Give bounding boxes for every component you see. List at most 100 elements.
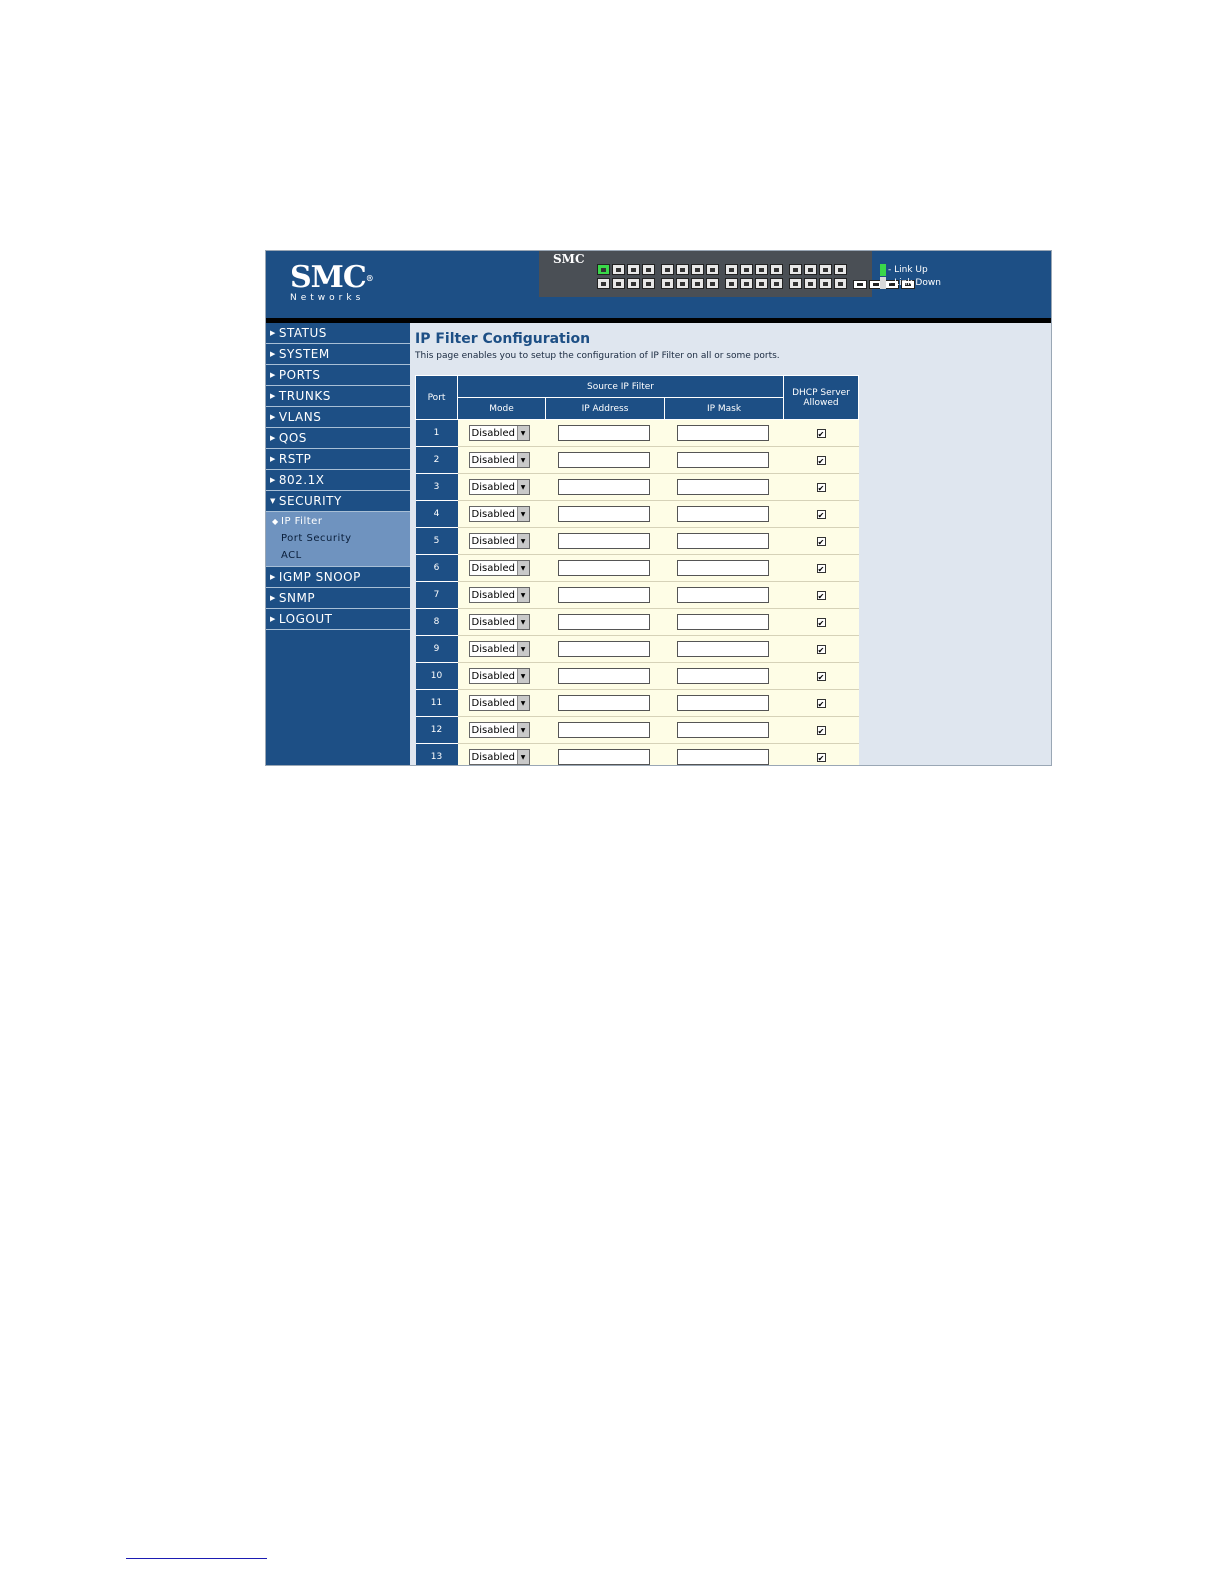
switch-port-icon: [676, 264, 689, 275]
submenu-item-port-security[interactable]: Port Security: [266, 530, 410, 547]
chevron-down-icon[interactable]: ▼: [516, 561, 529, 575]
ip-address-input[interactable]: [557, 668, 650, 684]
dhcp-allowed-checkbox[interactable]: ✔: [816, 563, 826, 574]
ip-address-input[interactable]: [557, 641, 650, 657]
ip-address-input[interactable]: [557, 533, 650, 549]
chevron-down-icon[interactable]: ▼: [516, 642, 529, 656]
table-row: 4 Disabled ▼ ✔: [415, 500, 859, 528]
mode-select[interactable]: Disabled ▼: [468, 614, 530, 630]
mode-select[interactable]: Disabled ▼: [468, 533, 530, 549]
mode-select[interactable]: Disabled ▼: [468, 641, 530, 657]
chevron-down-icon[interactable]: ▼: [516, 669, 529, 683]
mode-value: Disabled: [471, 589, 515, 601]
chevron-down-icon[interactable]: ▼: [516, 534, 529, 548]
ip-mask-input[interactable]: [676, 560, 769, 576]
chevron-down-icon[interactable]: ▼: [516, 588, 529, 602]
switch-port-icon: [642, 278, 655, 289]
port-number: 4: [415, 500, 458, 528]
chevron-down-icon[interactable]: ▼: [516, 507, 529, 521]
sidebar-item-security[interactable]: ▼ SECURITY: [266, 491, 410, 512]
switch-port-icon: [691, 264, 704, 275]
mode-select[interactable]: Disabled ▼: [468, 425, 530, 441]
ip-mask-input[interactable]: [676, 668, 769, 684]
sidebar-item-system[interactable]: ▶ SYSTEM: [266, 344, 410, 365]
ip-address-input[interactable]: [557, 479, 650, 495]
ip-mask-input[interactable]: [676, 614, 769, 630]
mode-select[interactable]: Disabled ▼: [468, 506, 530, 522]
sidebar-item-qos[interactable]: ▶ QOS: [266, 428, 410, 449]
ip-address-input[interactable]: [557, 452, 650, 468]
mode-select[interactable]: Disabled ▼: [468, 749, 530, 765]
sidebar-item-snmp[interactable]: ▶ SNMP: [266, 588, 410, 609]
sidebar-item-logout[interactable]: ▶ LOGOUT: [266, 609, 410, 630]
sidebar-item-vlans[interactable]: ▶ VLANS: [266, 407, 410, 428]
mode-select[interactable]: Disabled ▼: [468, 452, 530, 468]
mode-select[interactable]: Disabled ▼: [468, 587, 530, 603]
sidebar-item-igmp-snoop[interactable]: ▶ IGMP SNOOP: [266, 567, 410, 588]
mode-select[interactable]: Disabled ▼: [468, 695, 530, 711]
ip-mask-input[interactable]: [676, 749, 769, 765]
dhcp-allowed-checkbox[interactable]: ✔: [816, 482, 826, 493]
chevron-down-icon[interactable]: ▼: [516, 453, 529, 467]
mode-select[interactable]: Disabled ▼: [468, 722, 530, 738]
mode-select[interactable]: Disabled ▼: [468, 668, 530, 684]
chevron-down-icon[interactable]: ▼: [516, 615, 529, 629]
ip-mask-input[interactable]: [676, 452, 769, 468]
switch-port-icon: [770, 264, 783, 275]
ip-address-input[interactable]: [557, 695, 650, 711]
ip-address-input[interactable]: [557, 425, 650, 441]
chevron-down-icon[interactable]: ▼: [516, 426, 529, 440]
switch-port-icon: [804, 264, 817, 275]
dhcp-allowed-checkbox[interactable]: ✔: [816, 617, 826, 628]
ip-mask-input[interactable]: [676, 722, 769, 738]
ip-mask-input[interactable]: [676, 506, 769, 522]
dhcp-allowed-checkbox[interactable]: ✔: [816, 590, 826, 601]
table-row: 3 Disabled ▼ ✔: [415, 473, 859, 501]
mode-value: Disabled: [471, 454, 515, 466]
sidebar-item-802-1x[interactable]: ▶ 802.1X: [266, 470, 410, 491]
chevron-down-icon[interactable]: ▼: [516, 750, 529, 764]
sidebar-item-trunks[interactable]: ▶ TRUNKS: [266, 386, 410, 407]
ip-address-input[interactable]: [557, 506, 650, 522]
dhcp-allowed-checkbox[interactable]: ✔: [816, 536, 826, 547]
table-row: 12 Disabled ▼ ✔: [415, 716, 859, 744]
mode-select[interactable]: Disabled ▼: [468, 479, 530, 495]
sidebar-item-ports[interactable]: ▶ PORTS: [266, 365, 410, 386]
ip-mask-input[interactable]: [676, 425, 769, 441]
dhcp-allowed-checkbox[interactable]: ✔: [816, 671, 826, 682]
table-row: 7 Disabled ▼ ✔: [415, 581, 859, 609]
ip-address-input[interactable]: [557, 560, 650, 576]
ip-mask-input[interactable]: [676, 587, 769, 603]
submenu-item-ip-filter[interactable]: ◆ IP Filter: [266, 513, 410, 530]
dhcp-allowed-checkbox[interactable]: ✔: [816, 455, 826, 466]
ip-address-input[interactable]: [557, 614, 650, 630]
sidebar-item-rstp[interactable]: ▶ RSTP: [266, 449, 410, 470]
dhcp-allowed-checkbox[interactable]: ✔: [816, 509, 826, 520]
dhcp-allowed-checkbox[interactable]: ✔: [816, 725, 826, 736]
ip-mask-input[interactable]: [676, 641, 769, 657]
sidebar-item-label: 802.1X: [278, 473, 325, 487]
chevron-down-icon[interactable]: ▼: [516, 696, 529, 710]
ip-address-input[interactable]: [557, 749, 650, 765]
ip-address-input[interactable]: [557, 587, 650, 603]
sidebar-item-label: VLANS: [278, 410, 322, 424]
chevron-down-icon[interactable]: ▼: [516, 480, 529, 494]
port-number: 9: [415, 635, 458, 663]
ip-address-input[interactable]: [557, 722, 650, 738]
ip-mask-input[interactable]: [676, 533, 769, 549]
dhcp-allowed-checkbox[interactable]: ✔: [816, 752, 826, 763]
submenu-item-acl[interactable]: ACL: [266, 547, 410, 564]
chevron-down-icon[interactable]: ▼: [516, 723, 529, 737]
ip-mask-input[interactable]: [676, 695, 769, 711]
switch-port-icon: [642, 264, 655, 275]
table-row: 10 Disabled ▼ ✔: [415, 662, 859, 690]
dhcp-allowed-checkbox[interactable]: ✔: [816, 698, 826, 709]
ip-mask-input[interactable]: [676, 479, 769, 495]
dhcp-allowed-checkbox[interactable]: ✔: [816, 428, 826, 439]
dhcp-allowed-checkbox[interactable]: ✔: [816, 644, 826, 655]
sidebar-item-status[interactable]: ▶ STATUS: [266, 323, 410, 344]
page-description: This page enables you to setup the confi…: [415, 351, 780, 361]
sidebar-item-label: TRUNKS: [278, 389, 331, 403]
browser-screen: SMC® Networks SMC - Link Up - Link Down ▶…: [265, 250, 1052, 766]
mode-select[interactable]: Disabled ▼: [468, 560, 530, 576]
